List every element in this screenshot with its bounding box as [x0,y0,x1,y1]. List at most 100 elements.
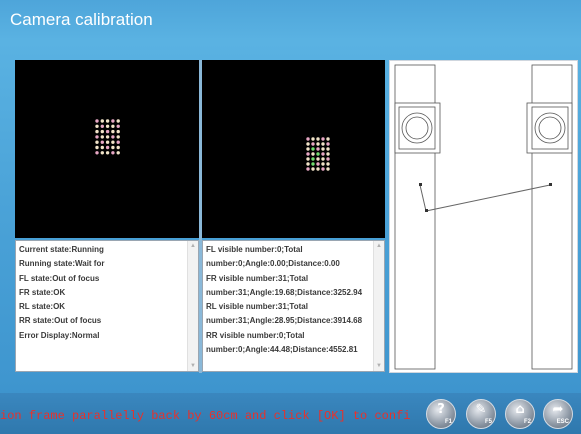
target-dot [321,142,325,146]
target-dot [321,162,325,166]
target-dot [105,124,110,128]
target-dot [326,152,330,156]
vertical-scrollbar[interactable]: ▲ ▼ [187,241,198,371]
target-dot [111,124,115,128]
camera-position-diagram [389,60,578,373]
target-dot [311,157,315,161]
target-dot [111,129,115,134]
marker-point [549,183,552,186]
target-dot [316,147,320,151]
help-icon: ? [437,402,445,417]
page-title: Camera calibration [10,10,153,29]
target-dot [311,152,315,156]
target-dot [111,151,115,155]
log-line: Error Display:Normal [19,330,100,340]
target-dot [111,119,115,123]
target-dots-right [306,137,330,171]
target-dot [111,140,115,144]
target-dot [116,140,120,144]
target-dot [116,135,120,139]
key-label: F5 [484,419,492,425]
help-button[interactable]: ? F1 [426,399,456,429]
target-dot [311,142,315,146]
target-dot [100,135,104,139]
target-dot [95,145,99,150]
target-dot [105,140,110,144]
alignment-diagram [394,64,573,370]
target-dots-left [95,119,120,155]
key-label: ESC [556,419,569,425]
calibration-target-left [94,118,122,156]
target-dot [95,129,99,134]
camera-view-right [202,60,385,238]
target-dot [306,147,310,151]
target-dot [311,137,315,141]
target-dot [321,147,325,151]
marker-point [419,183,422,186]
target-dot [100,140,104,144]
target-dot [326,167,330,171]
target-dot [100,145,104,150]
target-dot [95,135,99,139]
log-line: number:0;Angle:0.00;Distance:0.00 [206,259,340,269]
target-dot [100,124,104,128]
target-dot [316,142,320,146]
target-dot [116,129,120,134]
log-line: RL visible number:31;Total [206,302,308,312]
key-label: F2 [523,419,531,425]
target-dot [316,137,320,141]
scroll-up-icon[interactable]: ▲ [375,242,383,250]
target-dot [321,157,325,161]
log-line: FR visible number:31;Total [206,273,309,283]
target-dot [105,129,110,134]
escape-button[interactable]: ➦ ESC [543,399,573,429]
log-line: FL state:Out of focus [19,273,100,283]
log-line: RL state:OK [19,302,66,312]
target-dot [100,129,104,134]
scroll-up-icon[interactable]: ▲ [189,242,197,250]
log-line: number:0;Angle:44.48;Distance:4552.81 [206,345,358,355]
log-line: number:31;Angle:19.68;Distance:3252.94 [206,287,363,297]
scroll-down-icon[interactable]: ▼ [189,362,197,370]
target-dot [321,167,325,171]
camera-view-left [15,60,199,238]
log-line: number:31;Angle:28.95;Distance:3914.68 [206,316,363,326]
tools-button[interactable]: ✎ F5 [466,399,496,429]
target-dot [116,119,120,123]
target-dot [116,151,120,155]
target-dot [105,119,110,123]
right-camera-lens-inner [538,116,562,140]
marker-point [425,209,428,212]
target-dot [95,119,99,123]
target-dot [100,151,104,155]
log-line: RR visible number:0;Total [206,330,305,340]
scroll-down-icon[interactable]: ▼ [375,362,383,370]
vertical-scrollbar[interactable]: ▲ ▼ [373,241,384,371]
target-dot [105,135,110,139]
target-dot [316,162,320,166]
target-dot [306,142,310,146]
target-dot [311,162,315,166]
target-dot [306,157,310,161]
measurement-log-panel: FL visible number:0;Total number:0;Angle… [202,240,385,372]
log-line: FL visible number:0;Total [206,245,303,254]
target-dot [306,162,310,166]
target-dot [111,145,115,150]
target-dot [326,162,330,166]
target-dot [326,137,330,141]
calibration-target-right [305,136,331,172]
log-line: RR state:Out of focus [19,316,102,326]
car-button[interactable]: ⌂ F2 [505,399,535,429]
target-dot [306,167,310,171]
key-label: F1 [444,419,452,425]
log-line: Current state:Running [19,245,104,254]
target-dot [95,140,99,144]
status-message: ion frame parallelly back by 60cm and cl… [0,409,411,423]
target-dot [311,147,315,151]
target-dot [116,145,120,150]
target-dot [306,152,310,156]
target-dot [321,152,325,156]
target-dot [100,119,104,123]
log-line: FR state:OK [19,287,66,297]
target-dot [316,157,320,161]
